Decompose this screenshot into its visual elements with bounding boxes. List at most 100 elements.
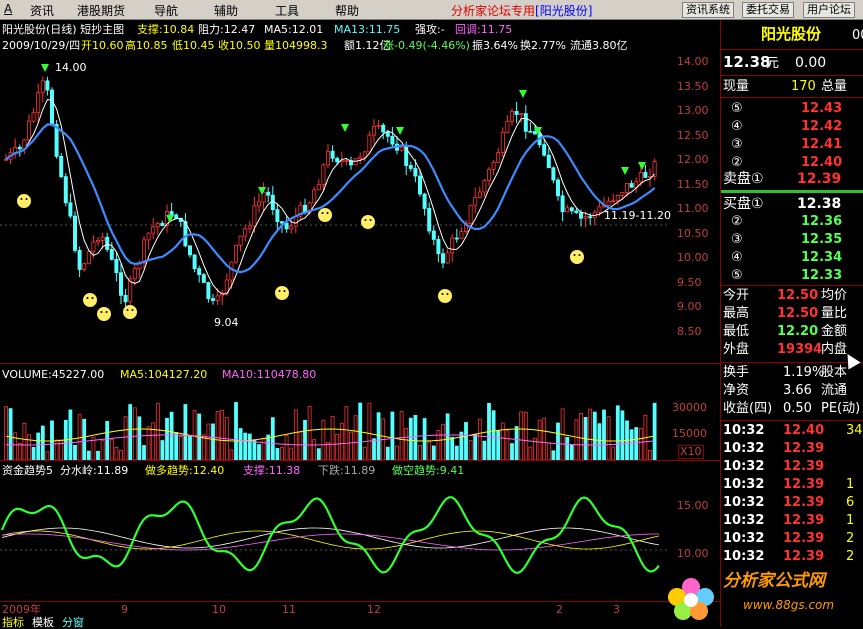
- candle-body: [417, 175, 422, 195]
- menu-item-assist[interactable]: 辅助: [214, 2, 238, 19]
- volume-bar: [257, 444, 261, 461]
- volume-bar: [54, 439, 59, 461]
- volume-bar: [597, 423, 602, 461]
- tab-template[interactable]: 模板: [32, 617, 54, 629]
- stat-value: 12.50: [777, 306, 819, 321]
- tick-time: 10:32: [723, 531, 765, 546]
- candle-body: [385, 131, 390, 137]
- candle-body: [73, 215, 78, 251]
- tick-time: 10:32: [723, 423, 765, 438]
- stat2-label-2: 流通: [821, 383, 848, 398]
- tick-volume: 1: [846, 477, 855, 492]
- candle-body: [367, 134, 372, 153]
- volume-bar: [385, 446, 390, 461]
- stat2-label: 收益(四): [723, 401, 773, 416]
- volume-bar: [165, 417, 169, 461]
- candle-body: [86, 251, 91, 265]
- candle-body: [482, 180, 487, 193]
- buy1-price: 12.38: [797, 196, 842, 212]
- indicator-line1: 分水岭:11.89: [60, 464, 129, 477]
- stat-value: 12.50: [777, 288, 819, 303]
- candle-body: [620, 191, 625, 196]
- volume-bar: [339, 422, 344, 461]
- volume-bar: [137, 416, 142, 461]
- buy-level-label: ⑤: [731, 268, 743, 283]
- smiley-eye: [86, 297, 89, 299]
- candle-body: [96, 239, 101, 243]
- buy-arrow-icon: [341, 124, 349, 132]
- info-system-button[interactable]: 资讯系统: [682, 2, 734, 18]
- volume-bar: [629, 429, 634, 461]
- volume-bar: [321, 419, 326, 461]
- xianliang-value: 170: [791, 79, 816, 94]
- zongliang-label: 总量: [821, 79, 848, 94]
- candle-body: [454, 237, 459, 240]
- strong-label: 强攻:-: [415, 23, 445, 36]
- stat2-label: 净资: [723, 383, 750, 398]
- volume-bar: [491, 410, 496, 461]
- volume-bar: [602, 409, 606, 461]
- chart-area[interactable]: 阳光股份(日线) 短抄主图 支撑:10.84 阻力:12.47 MA5:12.0…: [0, 20, 721, 629]
- forum-button[interactable]: 用户论坛: [803, 2, 855, 18]
- indicator-line2: 做多趋势:12.40: [145, 464, 225, 477]
- volume-bar: [13, 432, 18, 461]
- volume-bar: [431, 445, 436, 461]
- smiley-eye: [578, 254, 581, 256]
- volume-bar: [569, 444, 574, 461]
- smiley-icon: [361, 215, 375, 229]
- volume-bar: [215, 411, 220, 461]
- candle-body: [325, 150, 330, 166]
- buy-level-label: ③: [731, 232, 743, 247]
- menu-item-a[interactable]: A: [4, 2, 12, 16]
- volume-bar: [247, 433, 252, 461]
- tick-price: 12.39: [783, 477, 825, 492]
- volume-bar: [27, 434, 31, 461]
- kline-chart[interactable]: [0, 20, 721, 627]
- volume-bar: [8, 408, 13, 461]
- trade-button[interactable]: 委托交易: [742, 2, 794, 18]
- high-annotation: 14.00: [55, 61, 87, 74]
- tick-price: 12.39: [783, 441, 825, 456]
- candle-body: [233, 244, 238, 263]
- volume-bar: [556, 422, 560, 461]
- volume-bar: [551, 450, 556, 461]
- candle-body: [160, 222, 165, 227]
- volume-bar: [105, 421, 110, 461]
- candle-body: [450, 237, 455, 254]
- volume-bar: [482, 440, 487, 461]
- volume-bar: [376, 412, 381, 461]
- smiley-icon: [438, 289, 452, 303]
- time-label-2009: 2009年: [2, 603, 41, 616]
- menu-item-nav[interactable]: 导航: [154, 2, 178, 19]
- tick-time: 10:32: [723, 495, 765, 510]
- volume-bar: [399, 411, 404, 461]
- candle-body: [284, 222, 289, 230]
- tab-indicator[interactable]: 指标: [2, 617, 24, 629]
- candle-body: [321, 164, 326, 185]
- menu-item-help[interactable]: 帮助: [335, 2, 359, 19]
- candle-body: [606, 200, 611, 206]
- candle-body: [68, 202, 73, 217]
- candle-body: [206, 282, 211, 299]
- volume-bar: [638, 428, 643, 461]
- tick-time: 10:32: [723, 477, 765, 492]
- menu-item-info[interactable]: 资讯: [30, 2, 54, 19]
- menu-item-tools[interactable]: 工具: [275, 2, 299, 19]
- tab-window[interactable]: 分窗: [62, 617, 84, 629]
- sell-level-label: ②: [731, 155, 743, 170]
- volume-bar: [220, 409, 225, 461]
- candle-body: [473, 197, 478, 206]
- candle-body: [358, 156, 363, 160]
- tick-price: 12.40: [783, 423, 825, 438]
- candle-body: [500, 131, 505, 153]
- smiley-eye: [283, 290, 286, 292]
- tick-price: 12.39: [783, 549, 825, 564]
- menu-item-hk-futures[interactable]: 港股期货: [77, 2, 125, 19]
- candle-body: [491, 161, 496, 170]
- volume-bar: [505, 430, 510, 461]
- stat-value: 19394: [777, 342, 823, 357]
- candle-body: [551, 167, 556, 181]
- volume-bar: [574, 419, 579, 461]
- volume-bar: [146, 426, 151, 461]
- stat2-label: 换手: [723, 365, 750, 380]
